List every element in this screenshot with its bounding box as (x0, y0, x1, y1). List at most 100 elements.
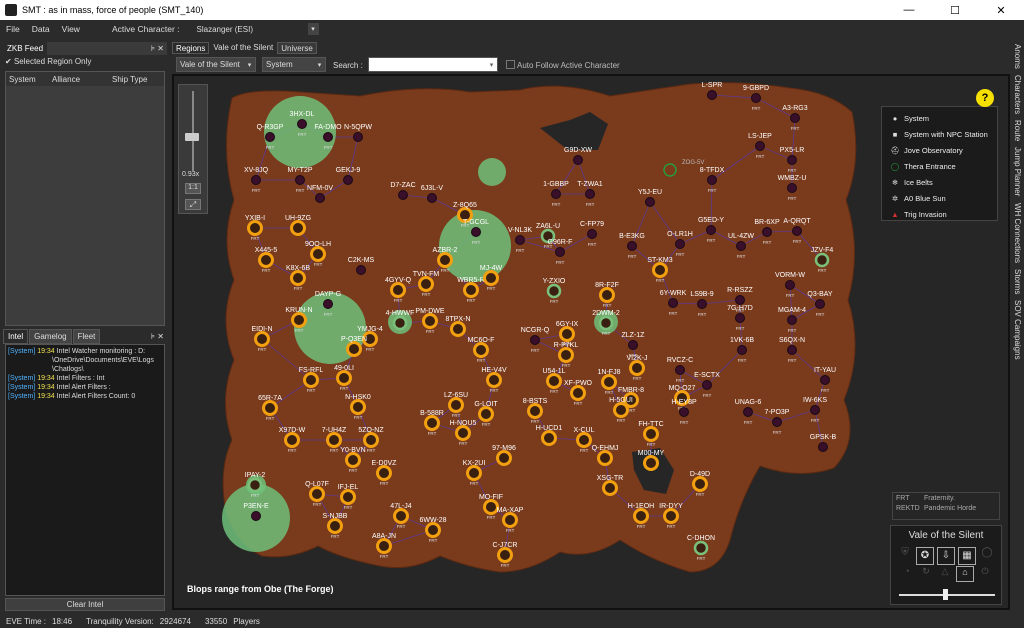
mode-select[interactable]: System ▾ (262, 57, 326, 72)
sov-label: FRT (324, 145, 333, 150)
zoom-handle[interactable] (185, 133, 199, 141)
zkb-col-alliance[interactable]: Alliance (52, 75, 112, 84)
system-label: Y0-BVN (340, 447, 365, 454)
star-icon[interactable]: ✪ (916, 547, 934, 565)
system-label: P-Q3EN (341, 336, 367, 343)
maximize-button[interactable]: ☐ (932, 0, 978, 20)
opacity-handle[interactable] (943, 589, 948, 600)
tab-zkb-feed[interactable]: ZKB Feed (3, 42, 48, 55)
zoom-reset-button[interactable]: 1:1 (185, 183, 201, 194)
sov-label: FRT (501, 563, 510, 568)
tab-characters[interactable]: Characters (1013, 75, 1022, 114)
system-label: 9-GBPD (743, 85, 769, 92)
menu-file[interactable]: File (6, 24, 20, 34)
zoom-panel: 0.93x 1:1 ⤢ (178, 84, 208, 214)
search-input[interactable]: ▾ (368, 57, 498, 72)
grid-icon[interactable]: ▦ (958, 547, 976, 565)
system-label: S-NJBB (323, 513, 348, 520)
minimize-button[interactable]: — (886, 0, 932, 20)
system-label: UL-4ZW (728, 233, 754, 240)
close-button[interactable]: ✕ (978, 0, 1024, 20)
sov-label: FRT (251, 493, 260, 498)
tab-intel[interactable]: Intel (3, 329, 29, 344)
active-character-select[interactable]: Slazanger (ESI) (187, 22, 306, 36)
tab-storms[interactable]: Storms (1013, 269, 1022, 294)
sov-label: FRT (477, 358, 486, 363)
zkb-col-ship[interactable]: Ship Type (112, 75, 147, 84)
system-label: 8-TFDX (700, 167, 725, 174)
player-count: 33550 (204, 616, 228, 626)
map-legend: ● System ■ System with NPC Station ⛑ Jove Obs… (881, 106, 998, 221)
zkb-filter-label: Selected Region Only (13, 57, 92, 66)
system-label: IT-YAU (814, 367, 836, 374)
sov-label: FRT (313, 502, 322, 507)
zkb-filter[interactable]: ✔ Selected Region Only (5, 57, 165, 69)
sov-label: FRT (550, 389, 559, 394)
intel-tag: [System] (8, 375, 38, 382)
sov-label: FRT (490, 388, 499, 393)
system-label: WBR5-R (457, 277, 485, 284)
warning-icon[interactable]: △ (937, 566, 953, 580)
intel-header: Intel Gamelog Fleet ⊧ ✕ (3, 329, 167, 344)
tab-jump-planner[interactable]: Jump Planner (1013, 147, 1022, 196)
tab-route[interactable]: Route (1013, 120, 1022, 141)
sov-label: FRT (676, 252, 685, 257)
tab-wh-connections[interactable]: WH Connections (1013, 203, 1022, 263)
legend-label: Jove Observatory (904, 145, 963, 155)
system-label: A3-RG3 (782, 105, 807, 112)
system-label: MA-XAP (497, 507, 524, 514)
sov-label: FRT (294, 286, 303, 291)
tab-sov-campaigns[interactable]: SOV Campaigns (1013, 300, 1022, 360)
tab-universe[interactable]: Universe (277, 42, 317, 54)
system-label: 1VK-6B (730, 337, 754, 344)
shield-icon[interactable]: ⛨ (897, 547, 913, 563)
clear-intel-button[interactable]: Clear Intel (5, 598, 165, 611)
tab-gamelog[interactable]: Gamelog (29, 329, 72, 344)
system-label: GPSK-B (810, 434, 837, 441)
sov-label: FRT (697, 556, 706, 561)
chevron-down-icon[interactable]: ▾ (307, 23, 319, 35)
sov-label: FRT (506, 528, 515, 533)
sov-label: FRT (707, 238, 716, 243)
system-label: DAYP-G (315, 291, 341, 298)
intel-time: 19:34 (37, 348, 57, 355)
pin-icon[interactable]: ⊧ ✕ (151, 44, 164, 53)
sov-label: FRT (656, 278, 665, 283)
clock-icon[interactable]: ◔ (899, 566, 915, 580)
chevron-down-icon: ▾ (244, 58, 255, 71)
system-label: TVN-FM (413, 271, 440, 278)
zkb-col-system[interactable]: System (6, 75, 52, 84)
fit-icon[interactable]: ⤢ (185, 199, 201, 210)
system-label: 5ZO-NZ (358, 427, 384, 434)
sov-label: FRT (429, 538, 438, 543)
help-button[interactable]: ? (976, 89, 994, 107)
tab-vale[interactable]: Vale of the Silent (210, 42, 277, 54)
system-label: 6WW-28 (419, 517, 446, 524)
system-label: VI2K-J (626, 355, 647, 362)
pin-icon[interactable]: ⊧ ✕ (151, 332, 164, 341)
sov-label: FRT (737, 254, 746, 259)
region-select[interactable]: Vale of the Silent ▾ (176, 57, 256, 72)
zoom-slider[interactable] (192, 91, 194, 171)
system-label: 65R-7A (258, 395, 282, 402)
system-label: IR-DYY (659, 503, 683, 510)
tab-anoms[interactable]: Anoms (1013, 44, 1022, 69)
home-icon[interactable]: ⌂ (956, 566, 974, 582)
tab-regions[interactable]: Regions (172, 42, 210, 54)
menu-data[interactable]: Data (32, 24, 50, 34)
system-label: LS9B-9 (690, 291, 713, 298)
check-icon: ✔ (5, 57, 12, 66)
tab-fleet[interactable]: Fleet (72, 329, 101, 344)
circle-icon[interactable]: ◯ (979, 547, 995, 563)
jump-icon[interactable]: ⇩ (937, 547, 955, 565)
menu-view[interactable]: View (62, 24, 80, 34)
system-label: 8R-F2F (595, 282, 619, 289)
system-label: B-588R (420, 410, 444, 417)
auto-follow-checkbox[interactable] (506, 60, 515, 69)
power-icon[interactable]: ⏻ (977, 566, 993, 580)
sov-label: FRT (552, 202, 561, 207)
refresh-icon[interactable]: ↻ (918, 566, 934, 580)
system-label: S6QX-N (779, 337, 805, 344)
map-view[interactable]: 3HX-DL FRT Q-R3GP FRT FA-DMO FRT N-5QPW XV-8JQ F… (172, 74, 1010, 610)
sov-label: FRT (487, 286, 496, 291)
